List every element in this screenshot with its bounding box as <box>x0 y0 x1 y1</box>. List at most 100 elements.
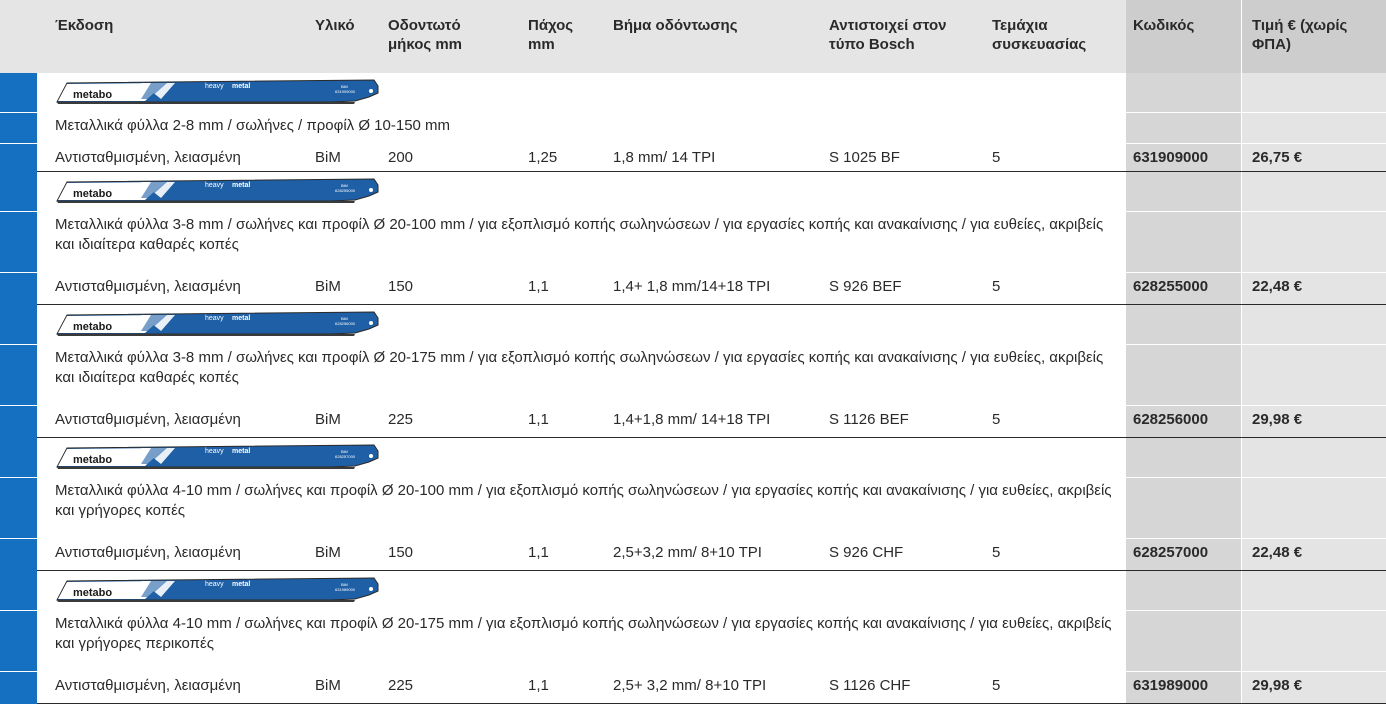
cell-thickness: 1,1 <box>528 544 549 561</box>
product-group: metabo heavy metal BiM 628256000 Μεταλλι… <box>0 305 1386 438</box>
row-divider <box>0 610 37 611</box>
svg-text:metabo: metabo <box>73 454 112 466</box>
header-version: Έκδοση <box>55 17 114 34</box>
cell-material: BiM <box>315 149 341 166</box>
cell-code: 631909000 <box>1133 149 1209 166</box>
product-description: Μεταλλικά φύλλα 3-8 mm / σωλήνες και προ… <box>55 349 1104 386</box>
svg-text:metabo: metabo <box>73 89 112 101</box>
svg-text:metal: metal <box>232 315 250 322</box>
cell-qty: 5 <box>992 278 1001 295</box>
row-divider <box>37 477 1386 478</box>
cell-price: 22,48 € <box>1252 544 1303 561</box>
saw-blade-image: metabo heavy metal BiM 628257000 <box>55 442 385 477</box>
row-divider <box>37 610 1386 611</box>
saw-blade-image: metabo heavy metal BiM 631909000 <box>55 77 385 112</box>
header-pack-quantity: Τεμάχια συσκευασίας <box>992 17 1087 53</box>
saw-blade-icon: metabo heavy metal BiM 631909000 <box>56 79 379 104</box>
saw-blade-icon: metabo heavy metal BiM 628257000 <box>56 444 379 469</box>
row-divider <box>37 112 1386 113</box>
product-description: Μεταλλικά φύλλα 3-8 mm / σωλήνες και προ… <box>55 216 1104 253</box>
header-tooth-pitch: Βήμα οδόντωσης <box>613 17 738 34</box>
row-divider <box>37 405 1386 406</box>
cell-length: 200 <box>388 149 414 166</box>
cell-material: BiM <box>315 278 341 295</box>
cell-length: 225 <box>388 411 414 428</box>
row-divider <box>37 538 1386 539</box>
svg-text:heavy: heavy <box>205 315 224 322</box>
svg-text:631909000: 631909000 <box>335 89 356 94</box>
saw-blade-image: metabo heavy metal BiM 631989000 <box>55 575 385 610</box>
cell-qty: 5 <box>992 677 1001 694</box>
sidebar-accent <box>0 305 37 438</box>
svg-text:metal: metal <box>232 448 250 455</box>
cell-version: Αντισταθμισμένη, λειασμένη <box>55 544 241 561</box>
cell-bosch: S 1126 CHF <box>829 677 911 694</box>
row-divider <box>0 344 37 345</box>
cell-thickness: 1,1 <box>528 677 549 694</box>
row-divider <box>37 671 1386 672</box>
svg-text:628256000: 628256000 <box>335 321 356 326</box>
svg-text:heavy: heavy <box>205 581 224 588</box>
product-description: Μεταλλικά φύλλα 2-8 mm / σωλήνες / προφί… <box>55 117 451 134</box>
saw-blade-image: metabo heavy metal BiM 628255000 <box>55 176 385 211</box>
row-divider <box>0 671 37 672</box>
svg-text:metabo: metabo <box>73 321 112 333</box>
product-group: metabo heavy metal BiM 628255000 Μεταλλι… <box>0 172 1386 305</box>
svg-text:heavy: heavy <box>205 83 224 90</box>
cell-price: 29,98 € <box>1252 677 1303 694</box>
cell-qty: 5 <box>992 411 1001 428</box>
header-thickness: Πάχος mm <box>528 17 574 53</box>
cell-bosch: S 1025 BF <box>829 149 900 166</box>
sidebar-accent <box>0 438 37 571</box>
product-description: Μεταλλικά φύλλα 4-10 mm / σωλήνες και πρ… <box>55 482 1112 519</box>
cell-version: Αντισταθμισμένη, λειασμένη <box>55 677 241 694</box>
row-divider <box>37 211 1386 212</box>
row-divider <box>0 405 37 406</box>
cell-pitch: 1,4+1,8 mm/ 14+18 TPI <box>613 411 771 428</box>
header-code: Κωδικός <box>1133 17 1195 34</box>
saw-blade-icon: metabo heavy metal BiM 628255000 <box>56 178 379 203</box>
cell-material: BiM <box>315 411 341 428</box>
svg-text:628255000: 628255000 <box>335 188 356 193</box>
row-divider <box>0 112 37 113</box>
svg-text:metal: metal <box>232 182 250 189</box>
saw-blade-image: metabo heavy metal BiM 628256000 <box>55 309 385 344</box>
cell-qty: 5 <box>992 149 1001 166</box>
sidebar-accent <box>0 73 37 172</box>
cell-version: Αντισταθμισμένη, λειασμένη <box>55 411 241 428</box>
sidebar-accent <box>0 172 37 305</box>
svg-text:metal: metal <box>232 83 250 90</box>
svg-text:heavy: heavy <box>205 448 224 455</box>
svg-text:631989000: 631989000 <box>335 587 356 592</box>
row-divider <box>0 538 37 539</box>
cell-price: 22,48 € <box>1252 278 1303 295</box>
cell-qty: 5 <box>992 544 1001 561</box>
header-material: Υλικό <box>315 17 355 34</box>
cell-pitch: 2,5+ 3,2 mm/ 8+10 TPI <box>613 677 767 694</box>
row-divider <box>0 272 37 273</box>
sidebar-accent <box>0 571 37 704</box>
row-divider <box>0 477 37 478</box>
row-divider <box>37 143 1386 144</box>
cell-pitch: 2,5+3,2 mm/ 8+10 TPI <box>613 544 762 561</box>
product-group: metabo heavy metal BiM 628257000 Μεταλλι… <box>0 438 1386 571</box>
cell-version: Αντισταθμισμένη, λειασμένη <box>55 149 241 166</box>
svg-text:628257000: 628257000 <box>335 454 356 459</box>
cell-thickness: 1,25 <box>528 149 558 166</box>
saw-blade-icon: metabo heavy metal BiM 628256000 <box>56 311 379 336</box>
product-description: Μεταλλικά φύλλα 4-10 mm / σωλήνες και πρ… <box>55 615 1112 652</box>
cell-code: 628255000 <box>1133 278 1209 295</box>
cell-material: BiM <box>315 677 341 694</box>
header-price: Τιμή € (χωρίς ΦΠΑ) <box>1252 17 1348 53</box>
cell-bosch: S 1126 BEF <box>829 411 909 428</box>
row-divider <box>37 272 1386 273</box>
cell-material: BiM <box>315 544 341 561</box>
svg-text:metabo: metabo <box>73 587 112 599</box>
cell-thickness: 1,1 <box>528 411 549 428</box>
header-code-background <box>1126 0 1241 73</box>
cell-length: 225 <box>388 677 414 694</box>
cell-pitch: 1,4+ 1,8 mm/14+18 TPI <box>613 278 771 295</box>
header-bosch-equivalent: Αντιστοιχεί στον τύπο Bosch <box>829 17 947 53</box>
svg-text:metal: metal <box>232 581 250 588</box>
row-divider <box>0 143 37 144</box>
